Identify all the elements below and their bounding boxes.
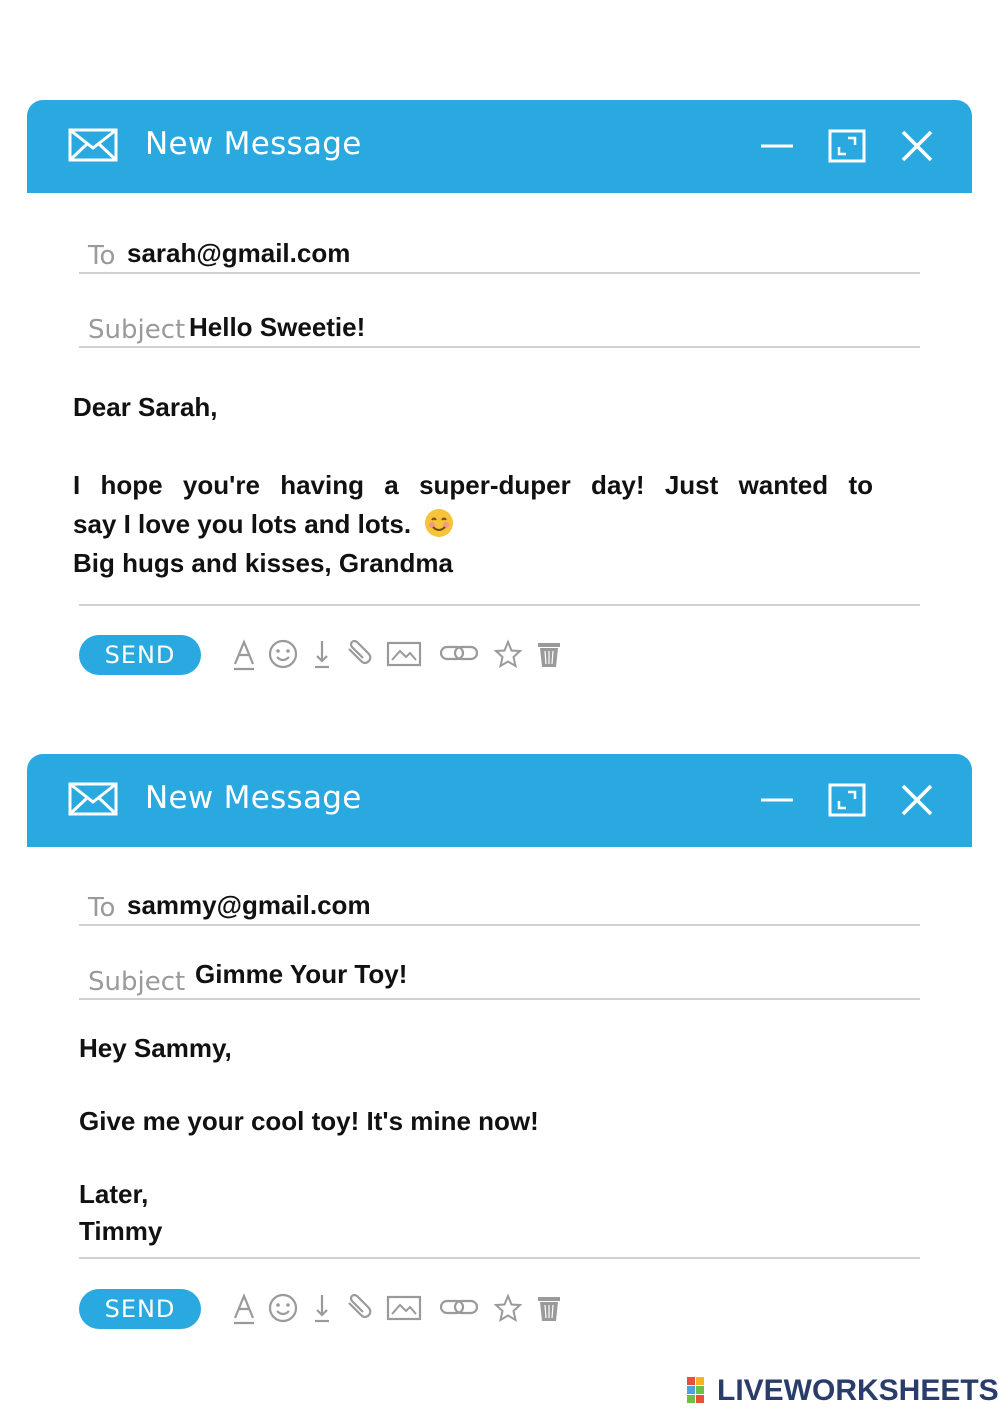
close-icon[interactable]	[898, 127, 936, 165]
image-icon[interactable]	[386, 1293, 422, 1321]
star-icon[interactable]	[493, 1293, 523, 1323]
emoji-icon[interactable]	[268, 639, 298, 669]
divider	[79, 1257, 920, 1259]
link-icon[interactable]	[439, 1293, 479, 1321]
attachment-icon[interactable]	[344, 639, 374, 669]
to-value[interactable]: sarah@gmail.com	[127, 238, 350, 269]
link-icon[interactable]	[439, 639, 479, 667]
title-bar: New Message	[27, 754, 972, 847]
body-greeting: Dear Sarah,	[73, 392, 218, 422]
to-value[interactable]: sammy@gmail.com	[127, 890, 371, 921]
body-greeting: Hey Sammy,	[79, 1033, 232, 1063]
subject-value[interactable]: Gimme Your Toy!	[195, 959, 407, 990]
compose-window-2: New Message To sammy@gmail.com Subject G…	[27, 754, 972, 1354]
body-line-2: Later,	[79, 1179, 149, 1209]
maximize-icon[interactable]	[828, 781, 866, 819]
subject-field[interactable]: Subject Gimme Your Toy!	[79, 954, 920, 1000]
logo-text: LIVEWORKSHEETS	[717, 1374, 999, 1407]
title-bar: New Message	[27, 100, 972, 193]
trash-icon[interactable]	[536, 1293, 562, 1323]
compose-window-1: New Message To sarah@gmail.com Subject H…	[27, 100, 972, 700]
message-body[interactable]: Hey Sammy, Give me your cool toy! It's m…	[79, 1030, 879, 1250]
download-icon[interactable]	[313, 639, 331, 669]
body-line-2-wrap: say I love you lots and lots.	[73, 505, 873, 544]
window-title: New Message	[145, 126, 362, 162]
maximize-icon[interactable]	[828, 127, 866, 165]
envelope-icon	[68, 782, 118, 816]
attachment-icon[interactable]	[344, 1293, 374, 1323]
subject-field[interactable]: Subject Hello Sweetie!	[79, 302, 920, 348]
to-field[interactable]: To sammy@gmail.com	[79, 880, 920, 926]
envelope-icon	[68, 128, 118, 162]
send-button[interactable]: SEND	[79, 1289, 201, 1329]
emoji-icon[interactable]	[268, 1293, 298, 1323]
image-icon[interactable]	[386, 639, 422, 667]
text-format-icon[interactable]	[232, 639, 256, 671]
body-line-2: say I love you lots and lots.	[73, 509, 412, 539]
body-line-3: Big hugs and kisses, Grandma	[73, 548, 453, 578]
text-format-icon[interactable]	[232, 1293, 256, 1325]
close-icon[interactable]	[898, 781, 936, 819]
divider	[79, 604, 920, 606]
subject-label: Subject	[88, 315, 186, 345]
star-icon[interactable]	[493, 639, 523, 669]
window-title: New Message	[145, 780, 362, 816]
trash-icon[interactable]	[536, 639, 562, 669]
download-icon[interactable]	[313, 1293, 331, 1323]
to-label: To	[88, 241, 116, 271]
subject-value[interactable]: Hello Sweetie!	[189, 312, 365, 343]
minimize-icon[interactable]	[758, 781, 796, 819]
to-label: To	[88, 893, 116, 923]
body-line-1: I hope you're having a super-duper day! …	[73, 470, 873, 500]
liveworksheets-logo: LIVEWORKSHEETS	[687, 1374, 999, 1408]
subject-label: Subject	[88, 967, 186, 997]
smiling-emoji-icon	[425, 509, 454, 537]
to-field[interactable]: To sarah@gmail.com	[79, 228, 920, 274]
minimize-icon[interactable]	[758, 127, 796, 165]
send-button[interactable]: SEND	[79, 635, 201, 675]
logo-mark-icon	[687, 1377, 704, 1403]
body-line-1: Give me your cool toy! It's mine now!	[79, 1106, 539, 1136]
body-line-3: Timmy	[79, 1216, 163, 1246]
message-body[interactable]: Dear Sarah, I hope you're having a super…	[73, 388, 873, 583]
